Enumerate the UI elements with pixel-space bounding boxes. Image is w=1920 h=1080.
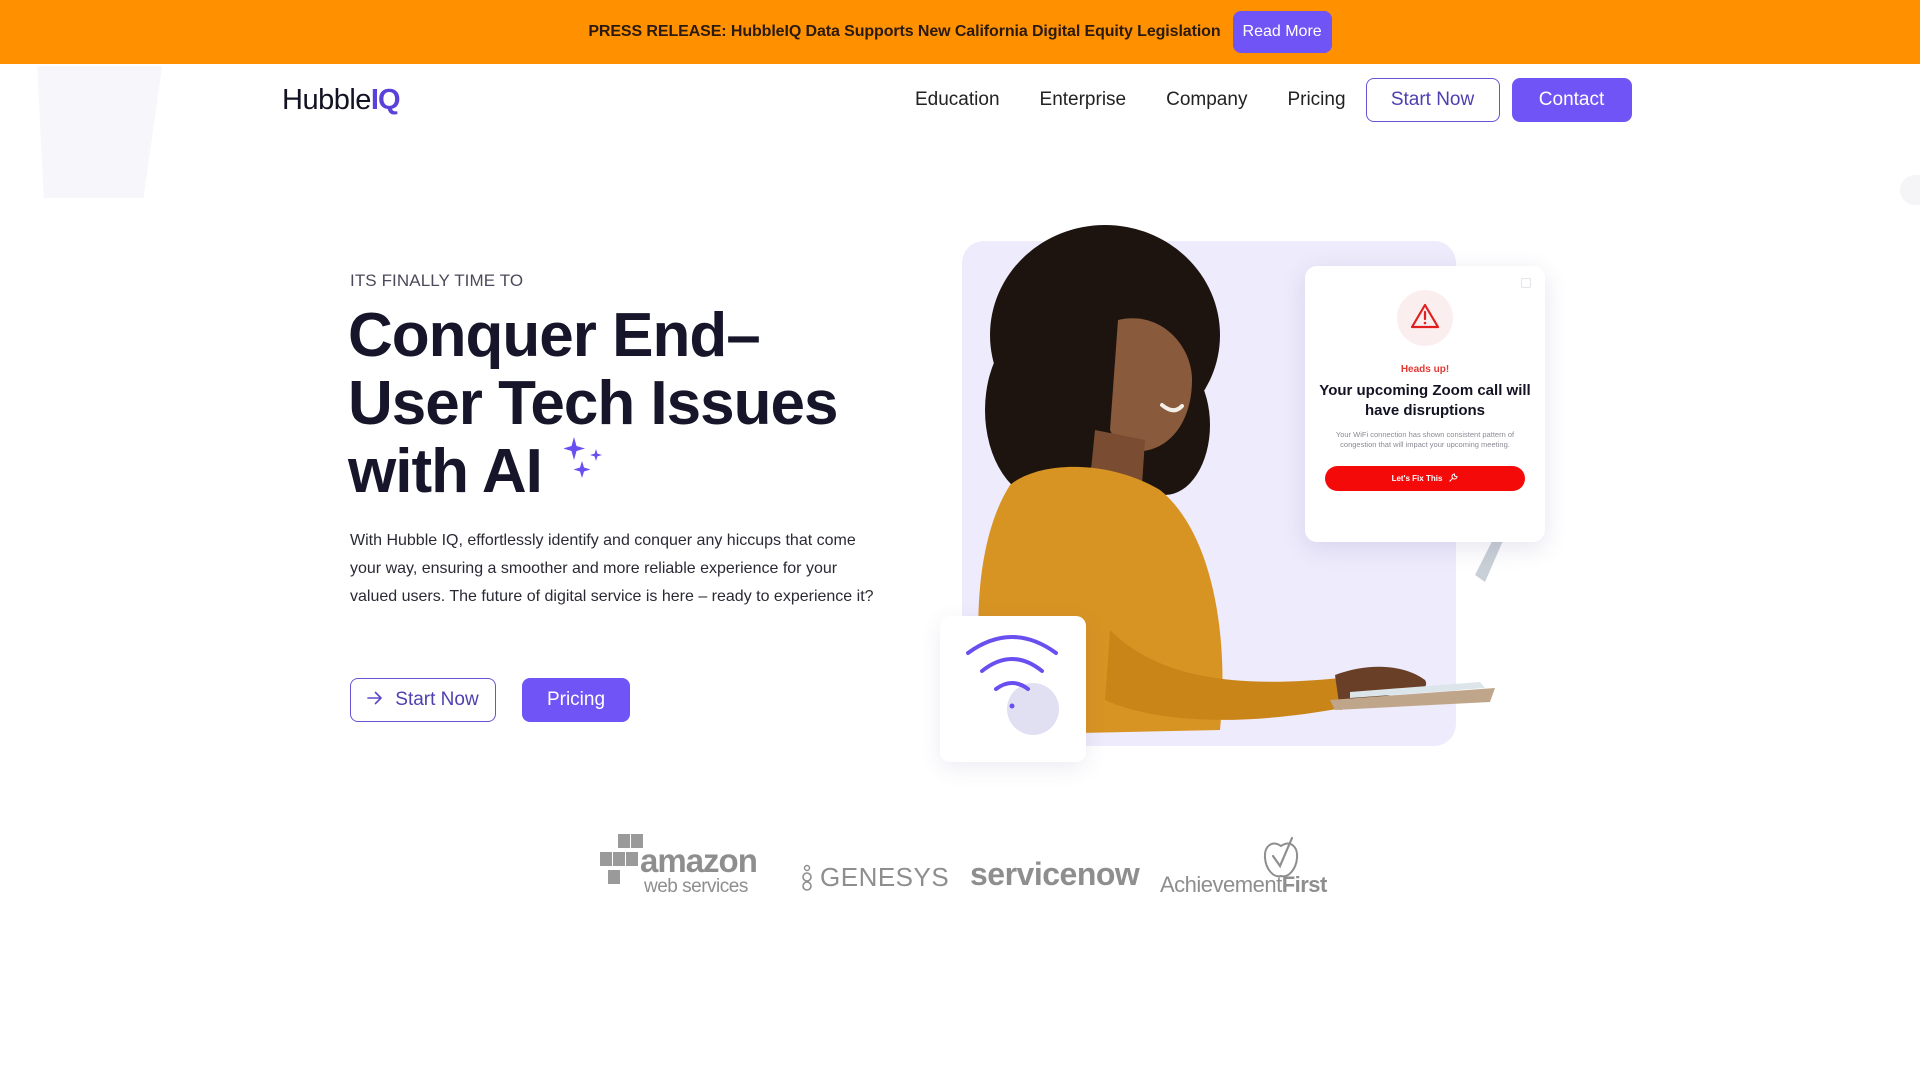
nav-company[interactable]: Company — [1166, 89, 1247, 111]
first-word: First — [1281, 872, 1328, 897]
servicenow-logo: servicenow — [970, 856, 1140, 892]
nav-enterprise[interactable]: Enterprise — [1040, 89, 1127, 111]
nav-pricing[interactable]: Pricing — [1287, 89, 1345, 111]
aws-cubes-icon — [600, 834, 643, 884]
banner-text: PRESS RELEASE: HubbleIQ Data Supports Ne… — [588, 23, 1221, 40]
hero-title-line: with AI — [348, 437, 543, 506]
logo-text: Hubble — [282, 84, 371, 116]
alert-body: Your WiFi connection has shown consisten… — [1335, 430, 1515, 449]
nav-contact-button[interactable]: Contact — [1511, 78, 1632, 122]
genesys-wordmark: GENESYS — [820, 862, 950, 892]
aws-logo: amazon web services — [600, 834, 758, 899]
hubbleiq-logo[interactable]: Hubble IQ — [282, 84, 401, 117]
lets-fix-this-label: Let's Fix This — [1391, 474, 1443, 483]
genesys-logo: GENESYS — [800, 862, 949, 893]
alert-title: Your upcoming Zoom call will have disrup… — [1319, 382, 1531, 419]
partner-logos: amazon web services GENESYS servicenow A… — [600, 834, 1340, 904]
achievement-word: Achievement — [1160, 872, 1282, 897]
sparkles-icon — [562, 429, 604, 497]
hero-title-line: Conquer End– — [348, 301, 761, 370]
hero-pricing-button[interactable]: Pricing — [522, 678, 630, 722]
wifi-icon — [940, 635, 1086, 766]
site-header: Hubble IQ Education Enterprise Company P… — [0, 64, 1920, 138]
hero-start-now-button[interactable]: Start Now — [350, 678, 496, 722]
nav-education[interactable]: Education — [915, 89, 1000, 111]
hero-title: Conquer End– User Tech Issues with AI — [348, 302, 868, 506]
announcement-banner: PRESS RELEASE: HubbleIQ Data Supports Ne… — [0, 0, 1920, 64]
logo-accent: IQ — [370, 84, 401, 116]
genesys-mark-icon — [802, 864, 812, 891]
aws-subtitle: web services — [644, 876, 748, 897]
wifi-card — [940, 616, 1086, 762]
aws-wordmark: amazon — [640, 842, 758, 879]
hero-description: With Hubble IQ, effortlessly identify an… — [350, 532, 874, 605]
warning-icon-wrapper — [1397, 290, 1453, 346]
lets-fix-this-button[interactable]: Let's Fix This — [1325, 466, 1525, 491]
close-icon[interactable] — [1521, 278, 1531, 288]
main-nav: Education Enterprise Company Pricing Sta… — [915, 78, 1632, 122]
hero-cta-group: Start Now Pricing — [350, 678, 630, 722]
hero-visual: Heads up! Your upcoming Zoom call will h… — [930, 210, 1570, 770]
achievement-first-logo: AchievementFirst — [1160, 836, 1340, 904]
alert-card: Heads up! Your upcoming Zoom call will h… — [1305, 266, 1545, 542]
decorative-shape — [1900, 175, 1920, 205]
read-more-button[interactable]: Read More — [1232, 11, 1332, 53]
achievement-first-wordmark: AchievementFirst — [1160, 872, 1327, 898]
warning-triangle-icon — [1410, 303, 1440, 334]
arrow-right-icon — [367, 689, 383, 711]
wrench-icon — [1448, 472, 1458, 485]
nav-start-now-button[interactable]: Start Now — [1365, 78, 1500, 122]
hero-eyebrow: ITS FINALLY TIME TO — [350, 271, 524, 290]
alert-eyebrow: Heads up! — [1400, 364, 1450, 375]
start-now-label: Start Now — [395, 689, 479, 710]
